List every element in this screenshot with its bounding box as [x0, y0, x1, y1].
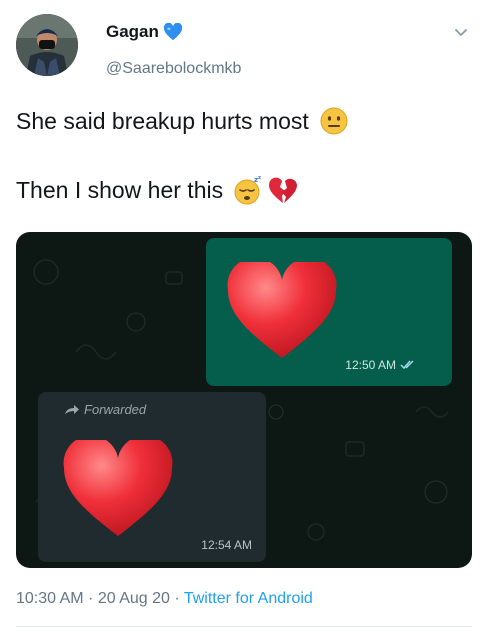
tweet-source-link[interactable]: Twitter for Android — [184, 590, 313, 607]
forward-arrow-icon — [65, 404, 79, 414]
avatar[interactable] — [16, 14, 78, 76]
svg-text:z: z — [258, 175, 261, 181]
broken-heart-icon — [269, 177, 298, 203]
chevron-down-icon[interactable] — [452, 24, 470, 42]
message-timestamp: 12:50 AM — [345, 358, 418, 372]
blue-heart-icon — [163, 23, 182, 41]
tweet-text-line-2: Then I show her this z z — [16, 174, 299, 206]
tweet-time[interactable]: 10:30 AM — [16, 590, 84, 607]
double-check-icon — [400, 360, 414, 370]
neutral-face-icon — [320, 107, 348, 135]
sleeping-face-icon: z z — [234, 175, 261, 205]
message-time: 12:50 AM — [345, 358, 396, 372]
user-name[interactable]: Gagan — [106, 22, 159, 42]
tweet-date[interactable]: 20 Aug 20 — [98, 590, 170, 607]
divider — [16, 626, 472, 627]
message-timestamp: 12:54 AM — [201, 538, 252, 552]
tweet-text: Then I show her this — [16, 176, 224, 203]
avatar-image — [16, 14, 78, 76]
tweet-card: Gagan @Saarebolockmkb She said breakup h… — [0, 0, 488, 628]
red-heart-icon — [63, 440, 173, 536]
emoji-group: z z — [233, 174, 299, 206]
meta-separator: · — [88, 590, 94, 607]
red-heart-icon — [227, 262, 337, 358]
tweet-text-line-1: She said breakup hurts most — [16, 106, 349, 136]
tweet-text: She said breakup hurts most — [16, 107, 309, 134]
user-name-row[interactable]: Gagan — [106, 22, 183, 42]
incoming-message-bubble: Forwarded 12:54 AM — [38, 392, 266, 562]
tweet-media-image[interactable]: 12:50 AM Forwarded 12:54 AM — [16, 232, 472, 568]
forwarded-text: Forwarded — [84, 402, 147, 417]
forwarded-label: Forwarded — [64, 402, 146, 417]
meta-separator: · — [174, 590, 180, 607]
outgoing-message-bubble: 12:50 AM — [206, 238, 452, 386]
user-handle[interactable]: @Saarebolockmkb — [106, 60, 241, 78]
tweet-meta: 10:30 AM · 20 Aug 20 · Twitter for Andro… — [16, 590, 313, 608]
